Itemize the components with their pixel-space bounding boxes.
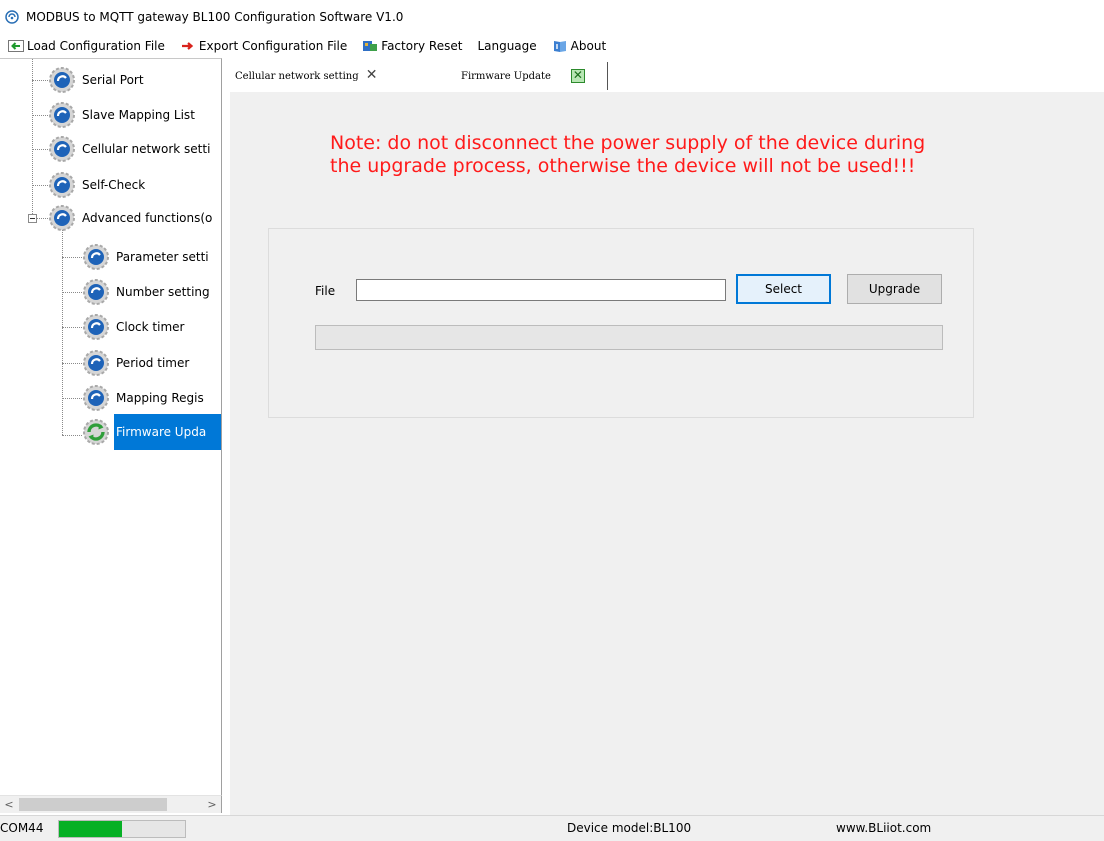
tree-connector [62,327,82,328]
tree-connector [62,363,82,364]
tree-item-slave-mapping-list[interactable]: Slave Mapping List [48,100,197,130]
gear-icon [83,279,109,305]
tree-item-label: Period timer [116,356,190,370]
tree-connector [62,257,82,258]
connection-indicator [58,820,186,838]
status-port: COM44 [0,821,44,835]
tree-item-label: Clock timer [116,320,185,334]
refresh-gear-icon [83,419,109,445]
upgrade-warning: Note: do not disconnect the power supply… [330,132,926,177]
tree-connector [62,292,82,293]
tree-item-serial-port[interactable]: Serial Port [48,65,146,95]
tree-item-label: Mapping Regis [116,391,204,405]
arrow-right-icon [181,42,194,50]
close-icon[interactable]: ✕ [570,69,585,83]
status-device-model: Device model:BL100 [567,821,692,835]
gear-icon [83,314,109,340]
tree-connector [62,435,82,436]
tree-item-label: Self-Check [82,178,146,192]
scroll-right-icon[interactable]: > [203,796,221,814]
tree-connector [32,149,48,150]
about-icon [553,41,566,52]
tree-item-label: Slave Mapping List [82,108,195,122]
gear-icon [49,136,75,162]
scrollbar-thumb[interactable] [19,798,167,811]
tree-connector [62,398,82,399]
tree-item-firmware-update[interactable]: Firmware Upda [82,414,221,450]
menu-about[interactable]: About [552,35,611,57]
close-icon[interactable]: ✕ [365,68,379,83]
tree-connector [62,229,63,435]
menu-factory-reset-label: Factory Reset [381,39,463,53]
app-icon [5,9,19,24]
menu-factory-reset[interactable]: Factory Reset [362,35,467,57]
menu-bar: Load Configuration File Export Configura… [0,35,1104,57]
collapse-toggle[interactable] [28,214,37,223]
tree-item-label: Cellular network setti [82,142,211,156]
menu-export-configuration-label: Export Configuration File [198,39,348,53]
tree-item-number-setting[interactable]: Number setting [82,277,212,307]
factory-reset-icon [363,41,378,51]
tree-item-label: Firmware Upda [114,414,221,450]
tree-item-clock-timer[interactable]: Clock timer [82,312,186,342]
tab-separator [607,62,608,90]
upgrade-button[interactable]: Upgrade [847,274,942,304]
menu-load-configuration-label: Load Configuration File [27,39,165,53]
gear-icon [49,172,75,198]
status-bar: COM44 Device model:BL100 www.BLiiot.com [0,815,1104,841]
tree-item-mapping-register[interactable]: Mapping Regis [82,383,206,413]
file-path-input[interactable] [356,279,726,301]
tree-connector [32,80,48,81]
tree-connector [32,115,48,116]
connection-fill [59,821,122,837]
gear-icon [49,205,75,231]
tab-strip: Cellular network setting ✕ Firmware Upda… [223,58,1104,92]
gear-icon [83,350,109,376]
gear-icon [83,385,109,411]
select-button[interactable]: Select [736,274,831,304]
menu-about-label: About [570,39,607,53]
tree-item-parameter-setting[interactable]: Parameter setti [82,242,211,272]
upgrade-group: File Select Upgrade [268,228,974,418]
menu-export-configuration[interactable]: Export Configuration File [180,35,352,57]
tree-item-period-timer[interactable]: Period timer [82,348,191,378]
firmware-update-panel: Note: do not disconnect the power supply… [230,92,1104,815]
arrow-left-icon [8,40,24,52]
tree-item-label: Number setting [116,285,210,299]
tab-label: Firmware Update [461,70,551,82]
tree-item-label: Parameter setti [116,250,209,264]
menu-load-configuration[interactable]: Load Configuration File [8,35,170,57]
tree-item-cellular-network[interactable]: Cellular network setti [48,134,212,164]
tab-cellular-network-setting[interactable]: Cellular network setting ✕ [235,62,379,90]
status-website: www.BLiiot.com [836,821,932,835]
gear-icon [49,102,75,128]
file-label: File [315,284,336,298]
tree-horizontal-scrollbar[interactable]: < > [0,795,222,813]
tree-item-label: Serial Port [82,73,144,87]
menu-language-label: Language [477,39,537,53]
menu-language[interactable]: Language [477,35,541,57]
tree-item-label: Advanced functions(o [82,211,213,225]
scroll-left-icon[interactable]: < [0,796,18,814]
tree-item-self-check[interactable]: Self-Check [48,170,147,200]
window-title: MODBUS to MQTT gateway BL100 Configurati… [26,9,404,24]
tree-connector [32,59,33,218]
navigation-tree[interactable]: Serial Port Slave Mapping List Cellular … [0,58,222,795]
tab-firmware-update[interactable]: Firmware Update ✕ [461,62,585,90]
title-bar: MODBUS to MQTT gateway BL100 Configurati… [0,0,1104,33]
upgrade-progress-bar [315,325,943,350]
tree-connector [32,185,48,186]
gear-icon [83,244,109,270]
tab-label: Cellular network setting [235,70,359,82]
gear-icon [49,67,75,93]
tree-item-advanced-functions[interactable]: Advanced functions(o [48,203,214,233]
